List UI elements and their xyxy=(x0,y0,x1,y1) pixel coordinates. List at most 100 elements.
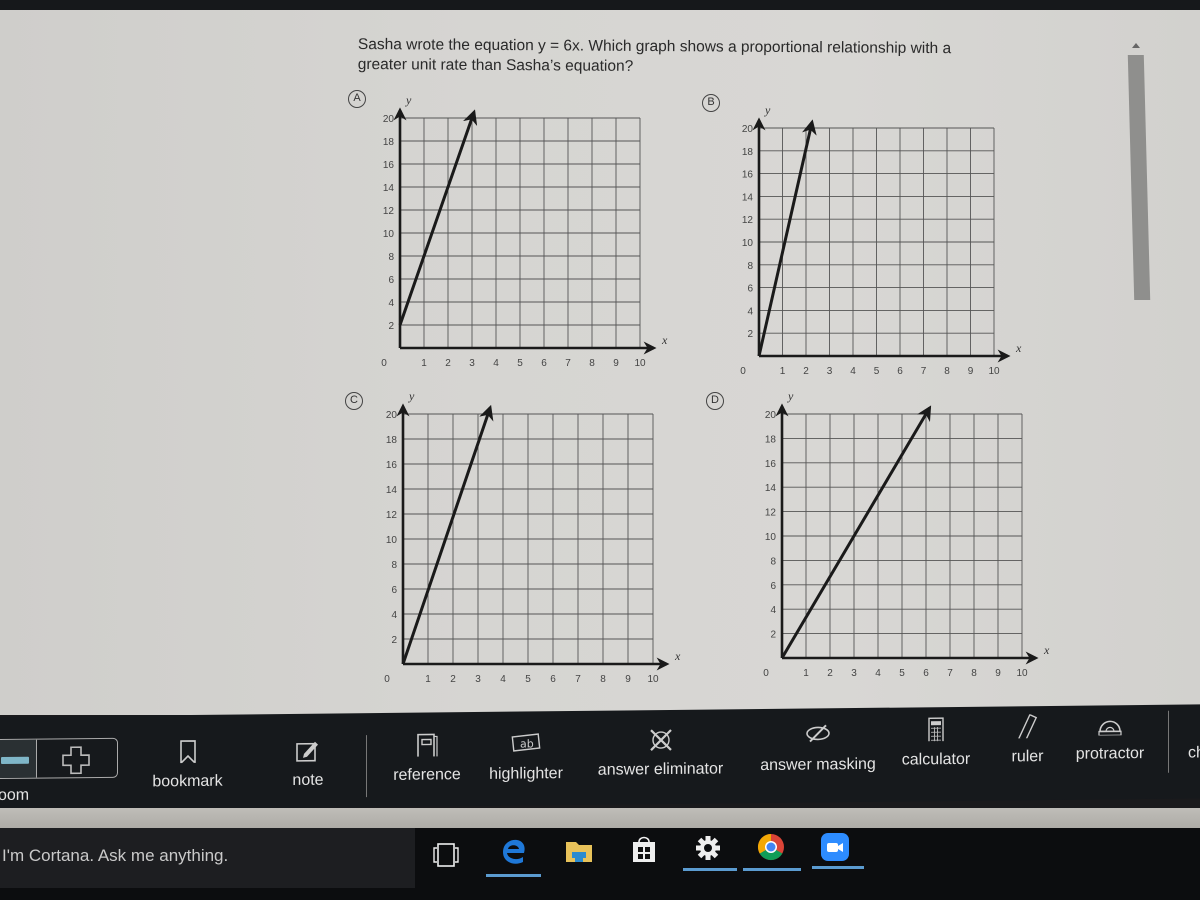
x-tick-label: 8 xyxy=(589,358,595,369)
scroll-up-arrow[interactable] xyxy=(1132,43,1140,48)
y-tick-label: 2 xyxy=(747,329,753,340)
reference-icon xyxy=(417,733,438,757)
graph-c: 0 1 2 3 4 5 6 7 8 9 102468101214161820xy xyxy=(384,389,681,685)
option-d[interactable]: D 0 1 2 3 4 5 6 7 8 9 10 2 4 6 8 10 12 14 16 18 20 x y xyxy=(706,389,1050,706)
zoom-video-icon[interactable] xyxy=(820,832,850,862)
x-tick-label: 9 xyxy=(613,358,619,369)
bookmark-icon xyxy=(179,740,196,764)
y-tick-label: 12 xyxy=(765,508,777,519)
x-tick-label: 5 xyxy=(517,358,523,369)
x-tick-label: 8 xyxy=(600,674,606,685)
answer-masking-icon xyxy=(806,724,830,743)
y-tick-label: 10 xyxy=(742,238,754,249)
task-view-icon[interactable] xyxy=(432,842,460,868)
ch-label: ch xyxy=(1188,744,1200,762)
graph-a: 0 1 2 3 4 5 6 7 8 9 102468101214161820xy xyxy=(381,93,668,369)
option-d-bubble[interactable]: D xyxy=(706,392,724,410)
x-tick-label: 10 xyxy=(1016,668,1028,679)
x-tick-label: 2 xyxy=(803,366,809,377)
protractor-label: protractor xyxy=(1075,745,1145,763)
x-tick-label: 6 xyxy=(541,358,547,369)
ruler-icon xyxy=(1017,714,1037,739)
option-c-bubble[interactable]: C xyxy=(345,392,363,410)
windows-taskbar: I'm Cortana. Ask me anything. xyxy=(0,828,1200,900)
graph-b: 0 1 2 3 4 5 6 7 8 9 102468101214161820xy xyxy=(740,103,1022,377)
gear-icon[interactable] xyxy=(694,834,722,862)
plus-icon xyxy=(62,746,90,775)
reference-button[interactable]: reference xyxy=(382,732,472,785)
bookmark-button[interactable]: bookmark xyxy=(140,739,235,792)
data-line xyxy=(398,109,478,326)
folder-icon[interactable] xyxy=(564,838,594,864)
highlighter-icon: ab xyxy=(511,733,541,752)
x-tick-label: 1 xyxy=(425,674,431,685)
x-tick-label: 3 xyxy=(827,366,833,377)
y-tick-label: 20 xyxy=(386,410,398,421)
zoom-out-button[interactable] xyxy=(0,739,37,779)
x-tick-label: 2 xyxy=(445,358,451,369)
toolbar-divider xyxy=(1168,710,1169,773)
x-tick-label: 7 xyxy=(575,674,581,685)
bookmark-label: bookmark xyxy=(152,772,223,791)
y-tick-label: 6 xyxy=(388,275,394,286)
option-b-bubble[interactable]: B xyxy=(702,94,720,112)
x-tick-label: 7 xyxy=(947,668,953,679)
answer-eliminator-icon xyxy=(649,729,672,751)
zoom-in-button[interactable] xyxy=(37,739,117,778)
zoom-control xyxy=(0,737,118,780)
x-tick-label: 1 xyxy=(780,366,786,377)
toolbar-divider xyxy=(366,735,367,798)
x-tick-label: 4 xyxy=(493,358,499,369)
chrome-icon[interactable] xyxy=(756,832,786,862)
y-tick-label: 10 xyxy=(386,535,398,546)
cortana-search-box[interactable]: I'm Cortana. Ask me anything. xyxy=(0,828,415,888)
graph-d: 0 1 2 3 4 5 6 7 8 9 102468101214161820xy xyxy=(763,389,1050,679)
y-tick-label: 18 xyxy=(383,137,395,148)
x-tick-label: 7 xyxy=(921,366,927,377)
calculator-button[interactable]: calculator xyxy=(896,717,976,770)
y-tick-label: 18 xyxy=(765,434,777,445)
y-axis-label: y xyxy=(405,93,412,107)
answer-eliminator-button[interactable]: answer eliminator xyxy=(588,726,733,780)
data-line xyxy=(757,119,817,357)
scrollbar-thumb[interactable] xyxy=(1127,55,1151,300)
x-tick-label: 4 xyxy=(500,674,506,685)
store-icon[interactable] xyxy=(630,834,658,864)
option-b[interactable]: B 0 1 2 3 4 5 6 7 8 9 10 2 4 6 8 10 12 14 16 18 20 x y xyxy=(702,94,1022,398)
y-tick-label: 16 xyxy=(383,160,395,171)
x-axis-label: x xyxy=(674,649,681,663)
answer-masking-button[interactable]: answer masking xyxy=(752,722,884,775)
highlighter-button[interactable]: ab highlighter xyxy=(480,731,572,784)
option-a[interactable]: A 0 1 2 3 4 5 6 7 8 9 10 2 4 6 8 10 12 14 16 18 20 x y xyxy=(348,90,668,394)
note-button[interactable]: note xyxy=(278,737,338,790)
edge-icon[interactable] xyxy=(500,838,528,866)
svg-text:ab: ab xyxy=(520,737,534,750)
note-label: note xyxy=(292,771,324,789)
y-tick-label: 12 xyxy=(383,206,395,217)
y-tick-label: 8 xyxy=(391,560,397,571)
y-tick-label: 16 xyxy=(386,460,398,471)
y-tick-label: 8 xyxy=(388,252,394,263)
x-tick-label: 8 xyxy=(971,668,977,679)
y-tick-label: 4 xyxy=(747,306,753,317)
x-tick-label: 6 xyxy=(923,668,929,679)
x-tick-label: 3 xyxy=(475,674,481,685)
ch-button[interactable]: ch xyxy=(1188,744,1200,762)
x-tick-label: 0 xyxy=(381,358,387,369)
test-toolbar: oom bookmark note reference ab highlight… xyxy=(0,704,1200,811)
y-tick-label: 18 xyxy=(386,435,398,446)
x-tick-label: 3 xyxy=(469,358,475,369)
y-tick-label: 20 xyxy=(742,124,754,135)
x-axis-label: x xyxy=(1043,643,1050,657)
option-c[interactable]: C 0 1 2 3 4 5 6 7 8 9 10 2 4 6 8 10 12 14 16 18 20 x y xyxy=(345,389,681,706)
protractor-button[interactable]: protractor xyxy=(1070,711,1150,764)
x-tick-label: 7 xyxy=(565,358,571,369)
y-tick-label: 16 xyxy=(742,170,754,181)
y-tick-label: 6 xyxy=(770,581,776,592)
option-a-bubble[interactable]: A xyxy=(348,90,366,108)
y-tick-label: 14 xyxy=(742,192,754,203)
highlighter-label: highlighter xyxy=(489,765,563,783)
x-tick-label: 1 xyxy=(421,358,427,369)
x-tick-label: 9 xyxy=(625,674,631,685)
ruler-button[interactable]: ruler xyxy=(1000,714,1055,767)
